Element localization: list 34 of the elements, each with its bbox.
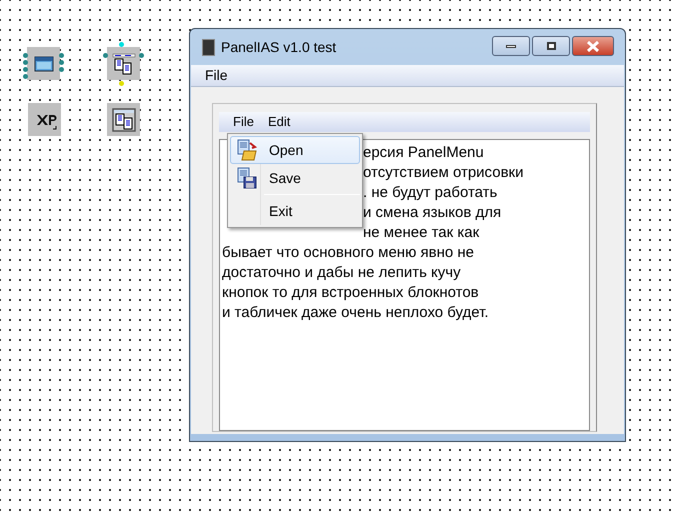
panel-icon xyxy=(112,108,136,132)
text-line: и смена языков для xyxy=(363,204,502,221)
menu-item[interactable]: Open xyxy=(230,136,360,164)
window-icon xyxy=(34,56,54,72)
text-line: достаточно и дабы не лепить кучу xyxy=(222,263,462,283)
text-line: отсутствием отрисовки xyxy=(363,164,524,181)
menu-item[interactable]: Exit xyxy=(230,197,360,225)
text-line: кнопок то для встроенных блокнотов xyxy=(222,283,480,303)
text-line: . не будут работать xyxy=(363,184,498,201)
text-line: не менее так как xyxy=(363,224,480,241)
selection-handle[interactable] xyxy=(119,42,124,47)
selection-handle[interactable] xyxy=(139,53,144,58)
component-tile[interactable] xyxy=(27,47,60,80)
selection-handle[interactable] xyxy=(119,81,124,86)
menu-item[interactable]: File xyxy=(205,65,228,86)
component-tile[interactable] xyxy=(107,47,140,80)
text-line: ерсия PanelMenu xyxy=(363,144,484,161)
selection-handle[interactable] xyxy=(103,53,108,58)
maximize-button[interactable] xyxy=(532,36,570,56)
menu-item[interactable]: Save xyxy=(230,164,360,192)
window-title: PanelIAS v1.0 test xyxy=(221,38,336,56)
document-folder-icon xyxy=(236,139,258,161)
minimize-button[interactable] xyxy=(492,36,530,56)
app-icon xyxy=(202,38,215,56)
menu-item[interactable]: Edit xyxy=(268,112,290,132)
close-icon xyxy=(587,40,599,52)
close-button[interactable] xyxy=(572,36,614,56)
text-line: и табличек даже очень неплохо будет. xyxy=(222,303,490,323)
menu-item[interactable]: File xyxy=(233,112,254,132)
component-tile[interactable] xyxy=(107,103,140,136)
component-tile[interactable] xyxy=(28,103,61,136)
text-line: бывает что основного меню явно не xyxy=(222,243,476,263)
document-disk-icon xyxy=(236,167,258,189)
menu-panel-icon xyxy=(112,52,136,74)
